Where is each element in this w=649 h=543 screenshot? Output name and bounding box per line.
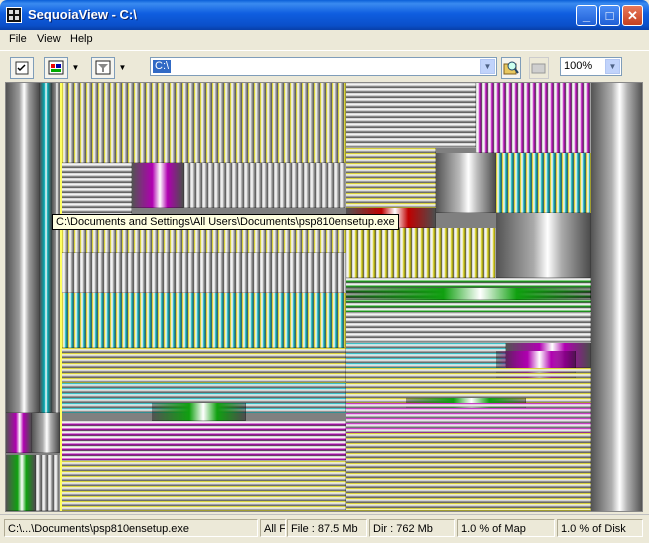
treemap-cell[interactable] — [62, 253, 346, 293]
menu-file[interactable]: File — [9, 33, 27, 45]
treemap-cell[interactable] — [62, 83, 346, 163]
folder-icon — [531, 63, 546, 74]
treemap-cell[interactable] — [346, 403, 591, 433]
up-folder-button[interactable] — [529, 57, 549, 79]
treemap-cell[interactable] — [476, 83, 591, 153]
window-title: SequoiaView - C:\ — [28, 7, 137, 22]
menu-view[interactable]: View — [37, 33, 61, 45]
treemap-cell[interactable] — [346, 228, 496, 278]
treemap-cell[interactable] — [436, 153, 496, 213]
treemap-cell[interactable] — [6, 455, 36, 511]
checklist-icon — [15, 61, 29, 75]
treemap-cell[interactable] — [62, 421, 346, 461]
view-mode-dropdown-icon[interactable]: ▼ — [70, 57, 81, 79]
zoom-combobox[interactable]: 100% ▼ — [560, 57, 622, 76]
path-value: C:\ — [153, 60, 172, 73]
selection-highlight — [60, 83, 62, 511]
treemap-view[interactable] — [5, 82, 643, 512]
treemap-cell[interactable] — [496, 213, 591, 278]
status-map-percent: 1.0 % of Map — [457, 519, 555, 537]
status-file-size: File : 87.5 Mb — [287, 519, 367, 537]
treemap-cell[interactable] — [6, 413, 32, 453]
treemap-icon — [48, 60, 64, 75]
path-combobox[interactable]: C:\ ▼ — [150, 57, 497, 76]
filter-icon — [95, 60, 111, 75]
treemap-cell[interactable] — [152, 403, 246, 421]
treemap-cell[interactable] — [346, 433, 591, 511]
close-button[interactable]: ✕ — [622, 5, 643, 26]
file-tooltip: C:\Documents and Settings\All Users\Docu… — [52, 214, 399, 230]
browse-button[interactable] — [501, 57, 521, 79]
treemap-cell[interactable] — [346, 148, 436, 208]
treemap-cell[interactable] — [132, 163, 184, 208]
magnifier-folder-icon — [503, 61, 519, 75]
treemap-cell[interactable] — [40, 83, 52, 413]
treemap-cell[interactable] — [346, 83, 476, 148]
treemap-cell[interactable] — [346, 288, 591, 300]
treemap-cell[interactable] — [62, 293, 346, 348]
status-filter: All Fi — [260, 519, 286, 537]
treemap-cell[interactable] — [62, 348, 346, 383]
treemap-cell[interactable] — [62, 163, 132, 218]
filter-dropdown-icon[interactable]: ▼ — [117, 57, 128, 79]
title-bar: SequoiaView - C:\ _ □ ✕ — [0, 0, 649, 30]
treemap-cell[interactable] — [184, 163, 346, 208]
status-path: C:\...\Documents\psp810ensetup.exe — [4, 519, 258, 537]
app-icon — [6, 7, 22, 23]
maximize-button[interactable]: □ — [599, 5, 620, 26]
chevron-down-icon[interactable]: ▼ — [480, 59, 495, 74]
status-disk-percent: 1.0 % of Disk — [557, 519, 643, 537]
status-dir-size: Dir : 762 Mb — [369, 519, 455, 537]
treemap-cell[interactable] — [346, 343, 506, 368]
properties-button[interactable] — [10, 57, 34, 79]
menu-help[interactable]: Help — [70, 33, 93, 45]
treemap-cell[interactable] — [6, 83, 40, 413]
chevron-down-icon[interactable]: ▼ — [605, 59, 620, 74]
status-bar: C:\...\Documents\psp810ensetup.exe All F… — [0, 514, 649, 543]
treemap-cell[interactable] — [346, 313, 591, 343]
filter-button[interactable] — [91, 57, 115, 79]
menu-bar: File View Help — [0, 30, 649, 49]
treemap-cell[interactable] — [32, 413, 60, 453]
treemap-cell[interactable] — [591, 83, 642, 511]
zoom-value: 100% — [564, 60, 593, 72]
treemap-cell[interactable] — [36, 455, 60, 511]
treemap-cell[interactable] — [62, 461, 346, 511]
view-mode-button[interactable] — [44, 57, 68, 79]
treemap-cell[interactable] — [496, 153, 591, 213]
minimize-button[interactable]: _ — [576, 5, 597, 26]
